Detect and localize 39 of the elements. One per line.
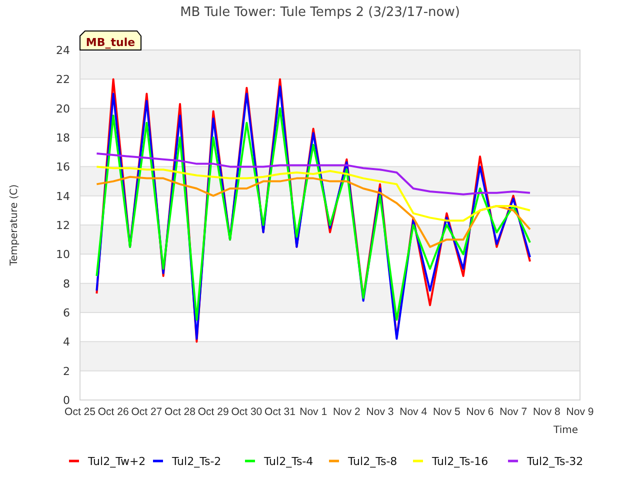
legend-label: Tul2_Ts-32 xyxy=(527,455,584,468)
y-tick-label: 18 xyxy=(56,132,70,144)
x-tick-label: Nov 2 xyxy=(332,406,360,418)
legend-label: Tul2_Ts-8 xyxy=(348,455,398,468)
x-tick-label: Nov 8 xyxy=(532,406,560,418)
y-tick-label: 24 xyxy=(56,44,70,57)
y-tick-label: 10 xyxy=(56,248,70,262)
legend-label: Tul2_Ts-2 xyxy=(172,455,222,468)
chart-title: MB Tule Tower: Tule Temps 2 (3/23/17-now) xyxy=(180,5,460,20)
x-tick-label: Nov 4 xyxy=(400,406,428,418)
x-tick-label: Oct 29 xyxy=(198,406,229,418)
x-tick-label: Oct 27 xyxy=(131,406,162,418)
x-tick-label: Nov 3 xyxy=(366,406,394,418)
badge: MB_tule xyxy=(80,30,142,50)
y-tick-label: 2 xyxy=(63,364,70,378)
y-tick-label: 22 xyxy=(56,73,70,86)
legend-label: Tul2_Ts-16 xyxy=(432,455,488,468)
x-axis-label: Time xyxy=(554,425,578,436)
y-tick-label: 4 xyxy=(63,336,70,349)
x-tick-label: Nov 7 xyxy=(500,406,528,418)
y-tick-label: 14 xyxy=(56,190,70,203)
legend-label: Tul2_Ts-4 xyxy=(264,455,314,468)
x-tick-label: Oct 25 xyxy=(64,406,96,418)
x-tick-label: Nov 1 xyxy=(300,406,328,418)
legend-label: Tul2_Tw+2 xyxy=(88,455,146,468)
x-tick-label: Nov 9 xyxy=(566,406,594,418)
y-tick-label: 16 xyxy=(56,160,70,174)
y-tick-label: 8 xyxy=(63,277,70,290)
y-axis-label: Temperature (C) xyxy=(9,184,20,266)
y-tick-label: 20 xyxy=(56,102,70,116)
x-tick-label: Oct 28 xyxy=(164,406,196,418)
x-tick-label: Oct 26 xyxy=(98,406,129,418)
y-tick-label: 6 xyxy=(63,306,70,320)
x-tick-label: Nov 6 xyxy=(466,406,494,418)
x-tick-label: Nov 5 xyxy=(432,406,460,418)
y-tick-label: 0 xyxy=(63,394,70,407)
x-tick-label: Oct 30 xyxy=(231,406,262,418)
x-tick-label: Oct 31 xyxy=(264,406,296,418)
y-tick-label: 12 xyxy=(56,219,70,232)
